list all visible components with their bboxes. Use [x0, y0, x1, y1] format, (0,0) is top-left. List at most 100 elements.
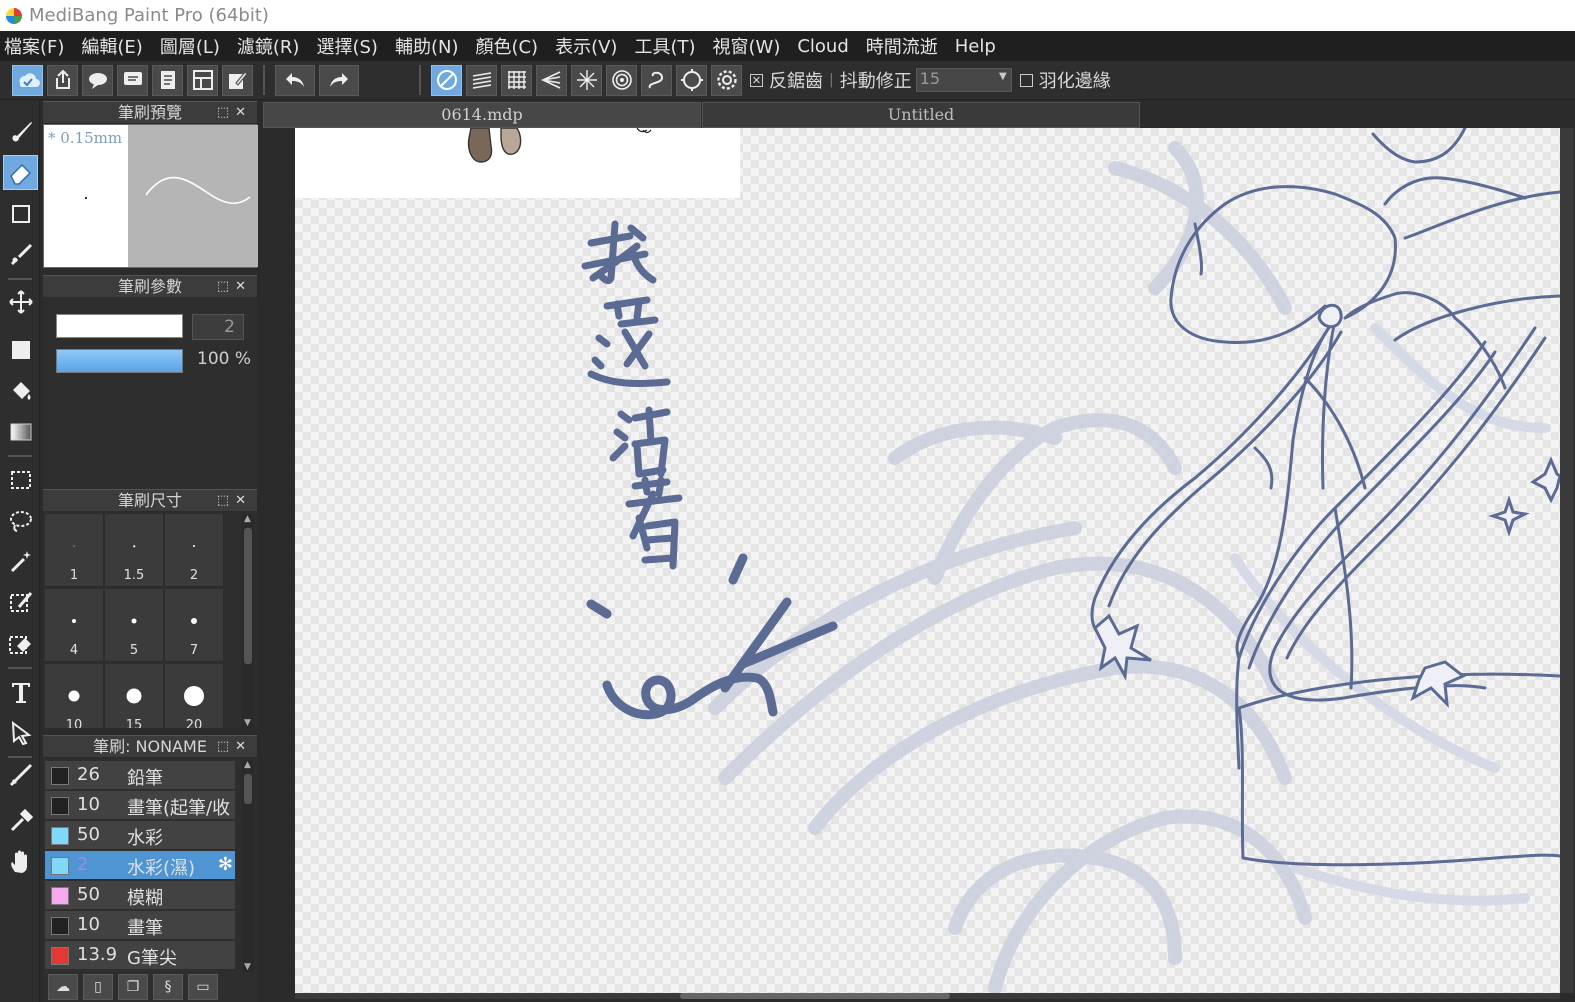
ellipse-snap-icon[interactable]: [676, 64, 707, 96]
brush-size-cell[interactable]: 1: [45, 514, 104, 587]
eyedropper-tool-icon[interactable]: [3, 803, 38, 838]
panel-controls-icon[interactable]: ⬚✕: [217, 736, 252, 758]
brushes-scrollbar[interactable]: ▲ ▼: [242, 760, 254, 972]
grid-snap-icon[interactable]: [501, 64, 532, 96]
brush-gear-icon[interactable]: ✻: [218, 854, 233, 875]
brush-size-cell[interactable]: 7: [165, 589, 224, 662]
bucket-tool-icon[interactable]: [3, 373, 38, 408]
operation-tool-icon[interactable]: [3, 715, 38, 750]
hand-tool-icon[interactable]: [3, 844, 38, 879]
select-pen-tool-icon[interactable]: [3, 585, 38, 620]
magic-wand-tool-icon[interactable]: [3, 544, 38, 579]
edit-settings-icon[interactable]: [222, 64, 253, 96]
scroll-up-icon[interactable]: ▲: [244, 514, 251, 524]
brush-color-swatch: [51, 797, 69, 815]
brush-list-item[interactable]: 50 模糊: [45, 881, 235, 910]
new-brush-icon[interactable]: ▯: [83, 974, 113, 1000]
menu-item-9[interactable]: 視窗(W): [713, 33, 781, 59]
menu-item-1[interactable]: 編輯(E): [81, 33, 142, 59]
move-tool-icon[interactable]: [3, 284, 38, 319]
snap-settings-gear-icon[interactable]: [711, 64, 742, 96]
menu-item-8[interactable]: 工具(T): [634, 33, 695, 59]
menu-item-6[interactable]: 顏色(C): [475, 33, 538, 59]
sizes-scrollbar[interactable]: ▲ ▼: [242, 514, 254, 728]
stabilizer-dropdown[interactable]: 15 ▼: [915, 68, 1012, 92]
brush-size-cell[interactable]: 15: [105, 664, 164, 728]
brush-size-cell[interactable]: 4: [45, 589, 104, 662]
canvas-vertical-scrollbar[interactable]: [1560, 128, 1574, 993]
drawing-canvas[interactable]: [295, 128, 1560, 993]
menu-item-4[interactable]: 選擇(S): [316, 33, 377, 59]
brush-size-cell[interactable]: 5: [105, 589, 164, 662]
scroll-thumb[interactable]: [244, 528, 252, 664]
lasso-tool-icon[interactable]: [3, 503, 38, 538]
menu-item-10[interactable]: Cloud: [797, 36, 848, 57]
brush-size-cell[interactable]: 2: [165, 514, 224, 587]
focus-line-snap-icon[interactable]: [571, 64, 602, 96]
menu-item-3[interactable]: 濾鏡(R): [237, 33, 300, 59]
curve-snap-icon[interactable]: [641, 64, 672, 96]
rectangle-tool-icon[interactable]: [3, 196, 38, 231]
cloud-brush-icon[interactable]: ☁: [48, 974, 78, 1000]
brush-opacity-slider[interactable]: [56, 349, 183, 373]
panel-controls-icon[interactable]: ⬚✕: [217, 276, 252, 298]
concentric-snap-icon[interactable]: [606, 64, 637, 96]
duplicate-brush-icon[interactable]: ❐: [118, 974, 148, 1000]
scroll-down-icon[interactable]: ▼: [244, 718, 251, 728]
menu-item-0[interactable]: 檔案(F): [4, 33, 64, 59]
brush-list-item[interactable]: 50 水彩: [45, 821, 235, 850]
brush-value: 50: [77, 884, 100, 905]
share-icon[interactable]: [47, 64, 78, 96]
select-eraser-tool-icon[interactable]: [3, 626, 38, 661]
panel-layout-icon[interactable]: [187, 64, 218, 96]
brush-tool-icon[interactable]: [3, 114, 38, 149]
radial-line-snap-icon[interactable]: [536, 64, 567, 96]
page-icon[interactable]: [152, 64, 183, 96]
brush-list-item[interactable]: 10 畫筆(起筆/收: [45, 791, 235, 820]
scroll-down-icon[interactable]: ▼: [244, 962, 251, 972]
scroll-thumb[interactable]: [680, 993, 950, 999]
speech-bubble-icon[interactable]: [82, 64, 113, 96]
brush-size-cell[interactable]: 10: [45, 664, 104, 728]
document-tab[interactable]: 0614.mdp: [263, 102, 701, 128]
snap-off-icon[interactable]: [431, 64, 462, 96]
document-tab[interactable]: Untitled: [702, 102, 1140, 128]
canvas-horizontal-scrollbar[interactable]: [295, 993, 1560, 999]
brush-width-field[interactable]: 2: [192, 314, 244, 340]
feather-checkbox[interactable]: [1019, 73, 1033, 87]
gradient-tool-icon[interactable]: [3, 414, 38, 449]
brush-value: 2: [77, 854, 89, 875]
dot-brush-tool-icon[interactable]: [3, 237, 38, 272]
redo-button[interactable]: [319, 64, 359, 96]
scroll-up-icon[interactable]: ▲: [244, 760, 251, 770]
parallel-snap-icon[interactable]: [466, 64, 497, 96]
folder-icon[interactable]: ▭: [188, 974, 218, 1000]
menu-item-12[interactable]: Help: [955, 36, 996, 57]
cloud-icon[interactable]: [12, 64, 43, 96]
brush-size-cell[interactable]: 1.5: [105, 514, 164, 587]
brush-size-cell[interactable]: 20: [165, 664, 224, 728]
brush-list-item[interactable]: 13.9 G筆尖: [45, 941, 235, 970]
menu-item-11[interactable]: 時間流逝: [866, 33, 938, 59]
undo-button[interactable]: [275, 64, 315, 96]
brush-width-slider[interactable]: [56, 314, 183, 338]
comment-box-icon[interactable]: [117, 64, 148, 96]
panel-controls-icon[interactable]: ⬚✕: [217, 490, 252, 512]
antialias-checkbox[interactable]: ✕: [750, 73, 763, 87]
divide-tool-icon[interactable]: [3, 757, 38, 792]
brush-size-dot: [72, 619, 76, 623]
brush-list-item[interactable]: 26 鉛筆: [45, 761, 235, 790]
canvas-artwork: [295, 128, 1560, 993]
text-tool-icon[interactable]: [3, 674, 38, 709]
menu-item-5[interactable]: 輔助(N): [395, 33, 459, 59]
select-rectangle-tool-icon[interactable]: [3, 462, 38, 497]
eraser-tool-icon[interactable]: [3, 155, 38, 190]
menu-item-2[interactable]: 圖層(L): [160, 33, 220, 59]
brush-list-item[interactable]: 10 畫筆: [45, 911, 235, 940]
brush-settings-icon[interactable]: §: [153, 974, 183, 1000]
fill-rectangle-tool-icon[interactable]: [3, 332, 38, 367]
menu-item-7[interactable]: 表示(V): [555, 33, 617, 59]
brush-list-item[interactable]: 2 水彩(濕) ✻: [45, 851, 235, 880]
scroll-thumb[interactable]: [244, 774, 252, 804]
panel-controls-icon[interactable]: ⬚✕: [217, 102, 252, 124]
